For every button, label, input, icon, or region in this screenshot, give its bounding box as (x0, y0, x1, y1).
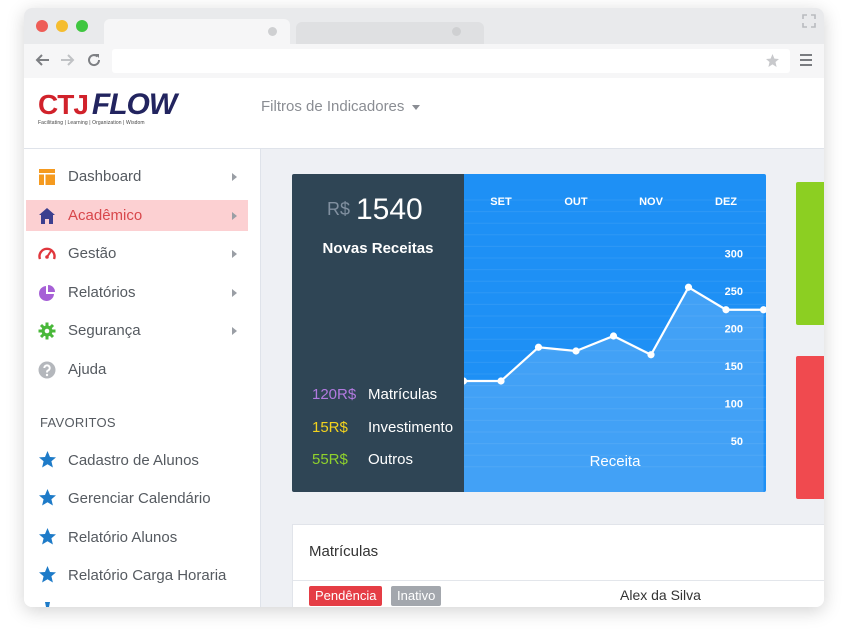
star-outline-icon[interactable] (765, 53, 780, 68)
close-window-button[interactable] (36, 20, 48, 32)
sidebar-item-gestao[interactable]: Gestão (26, 238, 248, 269)
x-tick-label: SET (490, 196, 512, 208)
tab-close-icon[interactable] (268, 27, 277, 36)
chart-point (722, 306, 730, 314)
favorite-label: Relatório Carga Horaria (68, 567, 227, 584)
chevron-right-icon (232, 250, 237, 258)
minimize-window-button[interactable] (56, 20, 68, 32)
side-card-green (796, 182, 824, 325)
x-tick-label: OUT (564, 196, 588, 208)
revenue-title: Novas Receitas (322, 240, 434, 257)
chart-point (572, 347, 580, 355)
sidebar-item-seguranca[interactable]: Segurança (26, 315, 248, 346)
stat-value: 55R$ (312, 451, 348, 468)
revenue-card: R$ 1540 Novas Receitas 120R$ Matrículas 1… (292, 174, 766, 492)
stat-investimento: 15R$ Investimento (312, 419, 453, 436)
status-badge-pendencia[interactable]: Pendência (309, 586, 383, 606)
fullscreen-icon[interactable] (802, 14, 816, 28)
sidebar-item-academico[interactable]: Acadêmico (26, 200, 248, 231)
favorite-label: Gerenciar Calendário (68, 490, 211, 507)
stat-label: Outros (368, 451, 414, 468)
y-tick-label: 300 (725, 249, 743, 261)
divider (293, 580, 824, 581)
sidebar-item-label: Acadêmico (68, 207, 143, 224)
maximize-window-button[interactable] (76, 20, 88, 32)
stat-value: 120R$ (312, 386, 357, 403)
filters-dropdown[interactable]: Filtros de Indicadores (261, 98, 421, 115)
stat-outros: 55R$ Outros (312, 451, 413, 468)
browser-window: CTJ FLOW Facilitating | Learning | Organi… (24, 8, 824, 607)
star-icon (39, 528, 56, 545)
arrow-right-icon[interactable] (60, 53, 76, 67)
reload-icon[interactable] (86, 52, 102, 68)
x-tick-label: DEZ (715, 196, 737, 208)
chevron-down-icon (412, 104, 421, 110)
x-tick-label: NOV (639, 196, 664, 208)
sidebar-item-label: Ajuda (68, 361, 107, 378)
dashboard-icon (39, 169, 55, 185)
gear-icon (38, 322, 56, 340)
stat-label: Matrículas (368, 386, 438, 403)
chart-point (497, 377, 505, 385)
logo-flow: FLOW (91, 88, 177, 121)
revenue-chart: SETOUTNOVDEZFEVMARABR30025020015010050Re… (459, 196, 766, 492)
browser-menu-icon[interactable] (800, 54, 812, 69)
main-content: R$ 1540 Novas Receitas 120R$ Matrículas 1… (261, 149, 824, 607)
chevron-right-icon (232, 327, 237, 335)
stat-label: Investimento (368, 419, 454, 436)
y-tick-label: 150 (725, 361, 743, 373)
panel-title: Matrículas (309, 543, 379, 560)
y-tick-label: 100 (725, 399, 743, 411)
pie-chart-icon (39, 285, 55, 301)
chevron-right-icon (232, 212, 237, 220)
stat-matriculas: 120R$ Matrículas (312, 386, 437, 403)
sidebar-item-relatorios[interactable]: Relatórios (26, 277, 248, 308)
chart-point (647, 351, 655, 359)
y-tick-label: 250 (725, 286, 743, 298)
star-icon (39, 451, 56, 468)
star-icon (45, 602, 50, 607)
browser-tab-active[interactable] (104, 19, 290, 45)
sidebar: Dashboard Acadêmico Gestão Relatórios Se… (24, 149, 261, 607)
chart-point (609, 332, 618, 340)
sidebar-item-ajuda[interactable]: Ajuda (26, 354, 248, 385)
revenue-summary: R$ 1540 Novas Receitas 120R$ Matrículas 1… (292, 174, 464, 492)
help-icon (38, 361, 56, 379)
revenue-total: 1540 (356, 193, 423, 226)
address-bar[interactable] (112, 49, 790, 73)
side-card-red (796, 356, 824, 499)
y-tick-label: 200 (725, 324, 743, 336)
student-name: Alex da Silva (620, 587, 701, 603)
star-icon (39, 566, 56, 583)
filters-label: Filtros de Indicadores (261, 98, 405, 115)
chevron-right-icon (232, 173, 237, 181)
favorites-title: FAVORITOS (40, 415, 116, 430)
matriculas-panel: Matrículas Pendência Inativo Alex da Sil… (292, 524, 824, 607)
x-axis-label: Receita (590, 453, 642, 470)
sidebar-item-label: Relatórios (68, 284, 136, 301)
status-badge-inativo[interactable]: Inativo (391, 586, 442, 606)
favorite-label: Cadastro de Alunos (68, 452, 199, 469)
logo-ctj: CTJ (38, 89, 89, 120)
sidebar-item-label: Gestão (68, 245, 117, 262)
sidebar-item-label: Segurança (68, 322, 141, 339)
speedometer-icon (38, 247, 56, 260)
currency-symbol: R$ (327, 199, 351, 219)
favorite-label: Relatório Alunos (68, 529, 178, 546)
y-tick-label: 50 (731, 436, 743, 448)
chevron-right-icon (232, 289, 237, 297)
chart-point (534, 343, 543, 351)
app-header: CTJ FLOW Facilitating | Learning | Organi… (24, 78, 824, 149)
tab-close-icon[interactable] (452, 27, 461, 36)
stat-value: 15R$ (312, 419, 348, 436)
revenue-chart-panel: SETOUTNOVDEZFEVMARABR30025020015010050Re… (459, 174, 766, 492)
home-icon (39, 208, 55, 224)
sidebar-item-label: Dashboard (68, 168, 142, 185)
star-icon (39, 489, 56, 506)
logo[interactable]: CTJ FLOW Facilitating | Learning | Organi… (38, 88, 177, 126)
arrow-left-icon[interactable] (34, 53, 50, 67)
sidebar-item-dashboard[interactable]: Dashboard (26, 161, 248, 192)
chart-point (684, 283, 693, 291)
